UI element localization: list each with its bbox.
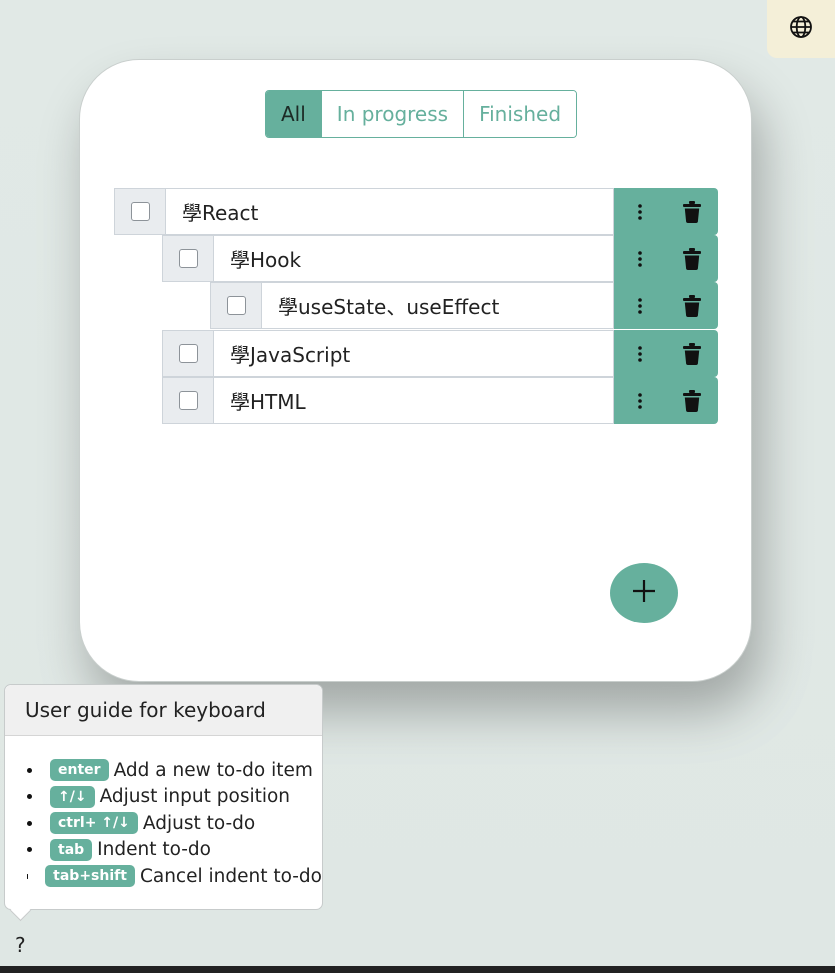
key-badge: enter bbox=[50, 759, 109, 782]
trash-icon[interactable] bbox=[666, 282, 718, 329]
kebab-menu-icon[interactable] bbox=[614, 188, 666, 235]
todo-actions bbox=[614, 377, 718, 424]
key-description: Indent to-do bbox=[97, 839, 211, 861]
tab-finished[interactable]: Finished bbox=[463, 91, 577, 137]
todo-row: 學useState、useEffect bbox=[210, 282, 718, 329]
todo-text[interactable]: 學useState、useEffect bbox=[261, 282, 614, 329]
todo-checkbox[interactable] bbox=[178, 344, 198, 363]
key-description: Adjust input position bbox=[99, 786, 291, 808]
guide-item: enter Add a new to-do item bbox=[27, 757, 322, 784]
key-description: Adjust to-do bbox=[142, 812, 256, 834]
trash-icon[interactable] bbox=[666, 330, 718, 377]
trash-icon[interactable] bbox=[666, 235, 718, 282]
todo-card: All In progress Finished 學React 學Hook 學u… bbox=[79, 59, 752, 682]
help-button[interactable]: ? bbox=[15, 933, 26, 957]
todo-row: 學HTML bbox=[162, 377, 718, 424]
todo-checkbox-cell bbox=[210, 282, 261, 329]
guide-item: ctrl+ ↑/↓ Adjust to-do bbox=[27, 810, 322, 837]
guide-title: User guide for keyboard bbox=[5, 685, 322, 736]
todo-checkbox-cell bbox=[162, 235, 213, 282]
todo-checkbox[interactable] bbox=[178, 249, 198, 268]
guide-item: ↑/↓ Adjust input position bbox=[27, 784, 322, 811]
key-description: Cancel indent to-do bbox=[139, 865, 322, 887]
key-badge: tab+shift bbox=[45, 865, 135, 888]
filter-tabs: All In progress Finished bbox=[265, 90, 578, 138]
key-description: Add a new to-do item bbox=[113, 759, 313, 781]
language-button[interactable] bbox=[767, 0, 835, 58]
trash-icon[interactable] bbox=[666, 377, 718, 424]
kebab-menu-icon[interactable] bbox=[614, 235, 666, 282]
todo-checkbox[interactable] bbox=[226, 296, 246, 315]
todo-checkbox-cell bbox=[162, 330, 213, 377]
todo-actions bbox=[614, 330, 718, 377]
todo-actions bbox=[614, 282, 718, 329]
key-badge: ctrl+ ↑/↓ bbox=[50, 812, 138, 835]
todo-checkbox-cell bbox=[162, 377, 213, 424]
plus-icon bbox=[632, 579, 656, 607]
key-badge: ↑/↓ bbox=[50, 785, 95, 808]
todo-text[interactable]: 學HTML bbox=[213, 377, 614, 424]
guide-list: enter Add a new to-do item ↑/↓ Adjust in… bbox=[5, 736, 322, 890]
todo-text[interactable]: 學React bbox=[165, 188, 614, 235]
todo-row: 學JavaScript bbox=[162, 330, 718, 377]
todo-row: 學Hook bbox=[162, 235, 718, 282]
kebab-menu-icon[interactable] bbox=[614, 282, 666, 329]
todo-text[interactable]: 學Hook bbox=[213, 235, 614, 282]
guide-item: tab+shift Cancel indent to-do bbox=[27, 863, 322, 890]
todo-actions bbox=[614, 235, 718, 282]
bottom-bar bbox=[0, 966, 835, 973]
trash-icon[interactable] bbox=[666, 188, 718, 235]
guide-item: tab Indent to-do bbox=[27, 837, 322, 864]
todo-actions bbox=[614, 188, 718, 235]
todo-row: 學React bbox=[114, 188, 718, 235]
todo-text[interactable]: 學JavaScript bbox=[213, 330, 614, 377]
tab-all[interactable]: All bbox=[266, 91, 321, 137]
globe-icon bbox=[789, 15, 813, 43]
kebab-menu-icon[interactable] bbox=[614, 330, 666, 377]
todo-checkbox[interactable] bbox=[178, 391, 198, 410]
key-badge: tab bbox=[50, 838, 93, 861]
add-todo-button[interactable] bbox=[610, 563, 678, 623]
kebab-menu-icon[interactable] bbox=[614, 377, 666, 424]
tab-in-progress[interactable]: In progress bbox=[320, 91, 464, 137]
todo-checkbox-cell bbox=[114, 188, 165, 235]
todo-checkbox[interactable] bbox=[130, 202, 150, 221]
keyboard-guide-popover: User guide for keyboard enter Add a new … bbox=[4, 684, 323, 910]
